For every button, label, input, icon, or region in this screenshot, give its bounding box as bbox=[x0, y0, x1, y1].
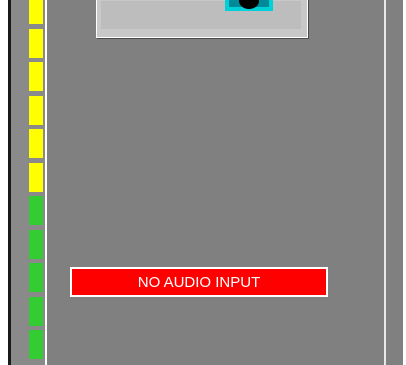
audio-panel: NO AUDIO INPUT bbox=[0, 0, 406, 365]
meter-segment-yellow bbox=[29, 129, 43, 158]
audio-level-meter bbox=[29, 0, 43, 365]
meter-divider bbox=[45, 0, 47, 365]
meter-segment-yellow bbox=[29, 96, 43, 125]
no-audio-input-status: NO AUDIO INPUT bbox=[70, 267, 328, 297]
meter-segment-yellow bbox=[29, 0, 43, 24]
meter-segment-yellow bbox=[29, 62, 43, 91]
meter-segment-green bbox=[29, 263, 43, 292]
meter-segment-green bbox=[29, 196, 43, 225]
meter-segment-yellow bbox=[29, 163, 43, 192]
preview-frame[interactable] bbox=[96, 0, 308, 38]
meter-segment-green bbox=[29, 230, 43, 259]
left-border bbox=[0, 0, 8, 365]
speaker-icon bbox=[225, 0, 273, 11]
meter-segment-green bbox=[29, 330, 43, 359]
right-divider bbox=[384, 0, 386, 365]
status-message: NO AUDIO INPUT bbox=[137, 273, 261, 291]
meter-segment-yellow bbox=[29, 29, 43, 58]
meter-segment-green bbox=[29, 297, 43, 326]
